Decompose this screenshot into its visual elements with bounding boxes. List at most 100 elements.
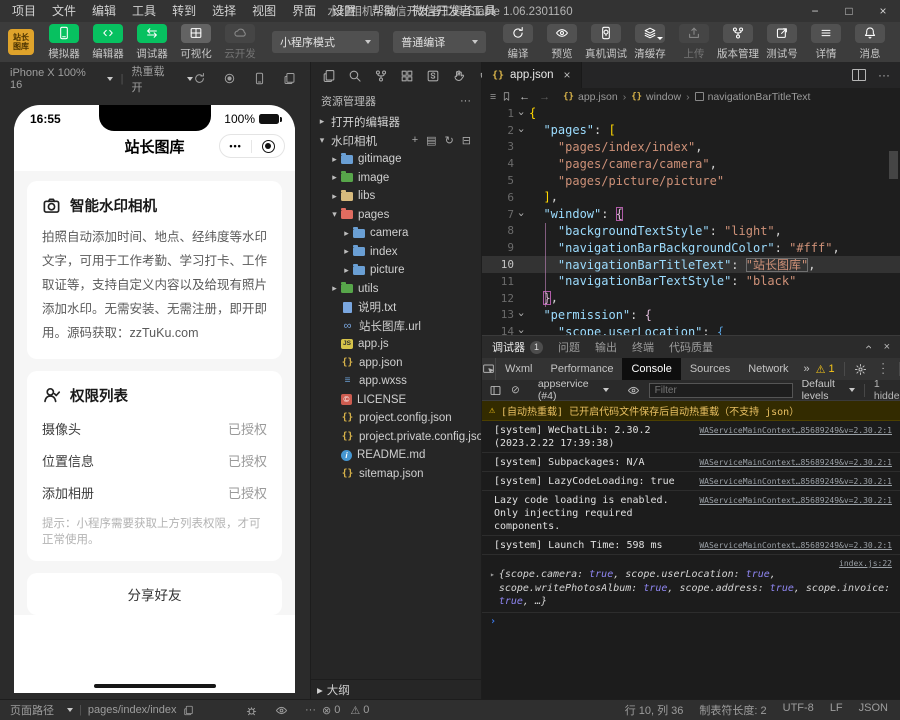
project-section[interactable]: ▾ 水印相机 +▤↻⊟ (311, 131, 481, 150)
share-button[interactable]: 测试号 (760, 24, 804, 61)
outline-section[interactable]: ▸ 大纲 (311, 679, 481, 699)
code-line-4[interactable]: 4 "pages/camera/camera", (482, 155, 900, 172)
menu-item-8[interactable]: 设置 (324, 0, 364, 22)
tree-item[interactable]: ▸libs (311, 187, 481, 206)
close-button[interactable]: × (866, 0, 900, 22)
vconsole-icon[interactable] (245, 704, 258, 717)
forward-arrow-icon[interactable]: → (539, 91, 550, 103)
more-actions-icon[interactable]: ··· (460, 95, 471, 107)
menu-item-7[interactable]: 界面 (284, 0, 324, 22)
source-link[interactable]: WAServiceMainContext…85689249&v=2.30.2:1 (699, 539, 892, 550)
menu-item-10[interactable]: 微信开发者工具 (404, 0, 504, 22)
more-tabs-icon[interactable]: » (798, 363, 816, 375)
tree-item[interactable]: ▾pages (311, 206, 481, 225)
devtools-tab-console[interactable]: Console (622, 358, 680, 380)
statusbar-item-4[interactable]: JSON (859, 702, 888, 718)
problem-counts[interactable]: ⊗0 ⚠0 (322, 704, 369, 717)
expand-icon[interactable]: ▸ (490, 568, 495, 609)
app-logo[interactable]: 站长 图库 (8, 29, 34, 55)
inspect-element-icon[interactable] (482, 358, 496, 380)
rotate-icon[interactable] (193, 72, 206, 85)
tree-item[interactable]: ▸camera (311, 224, 481, 243)
panel-tab[interactable]: 代码质量 (669, 339, 713, 355)
tree-item[interactable]: {}project.config.json (311, 409, 481, 428)
clear-console-icon[interactable]: ⊘ (511, 384, 520, 396)
devtools-tab-network[interactable]: Network (739, 358, 797, 380)
devtools-tab-sources[interactable]: Sources (681, 358, 739, 380)
statusbar-item-3[interactable]: LF (830, 702, 843, 718)
panel-tab[interactable]: 调试器1 (492, 339, 543, 355)
devtools-menu-icon[interactable]: ··· (877, 362, 889, 376)
console-prompt[interactable]: › (482, 613, 900, 630)
statusbar-item-0[interactable]: 行 10, 列 36 (625, 702, 684, 718)
source-link[interactable]: index.js:22 (839, 557, 892, 568)
source-link[interactable]: WAServiceMainContext…85689249&v=2.30.2:1 (699, 456, 892, 467)
code-line-5[interactable]: 5 "pages/picture/picture" (482, 172, 900, 189)
tab-app-json[interactable]: {} app.json × (482, 62, 582, 88)
bookmark-icon[interactable] (501, 91, 512, 102)
list-button[interactable]: 详情 (804, 24, 848, 61)
project-action-0[interactable]: + (412, 134, 418, 147)
tree-item[interactable]: ▸gitimage (311, 150, 481, 169)
back-arrow-icon[interactable]: ← (519, 91, 530, 103)
more-menu-button[interactable]: ••• (229, 141, 241, 151)
menu-item-6[interactable]: 视图 (244, 0, 284, 22)
tree-item[interactable]: iREADME.md (311, 446, 481, 465)
split-editor-icon[interactable] (852, 69, 866, 81)
copy-icon[interactable] (322, 69, 336, 83)
console-sidebar-icon[interactable] (489, 384, 502, 397)
tree-item[interactable]: {}sitemap.json (311, 465, 481, 484)
phonebug-button[interactable]: 真机调试 (584, 24, 628, 61)
menu-item-1[interactable]: 文件 (44, 0, 84, 22)
bell-button[interactable]: 消息 (848, 24, 892, 61)
statusbar-item-1[interactable]: 制表符长度: 2 (699, 702, 766, 718)
live-expression-icon[interactable] (627, 384, 640, 397)
statusbar-more-icon[interactable]: ··· (305, 704, 316, 716)
fold-icon[interactable]: › (514, 209, 529, 220)
tree-item[interactable]: {}project.private.config.json (311, 428, 481, 447)
project-action-1[interactable]: ▤ (426, 134, 436, 147)
tab-close-icon[interactable]: × (564, 68, 571, 82)
code-line-1[interactable]: 1›{ (482, 105, 900, 122)
tree-item[interactable]: ▸utils (311, 280, 481, 299)
tree-item[interactable]: ≡app.wxss (311, 372, 481, 391)
phone-button[interactable]: 模拟器 (42, 24, 86, 61)
devtools-tab-performance[interactable]: Performance (542, 358, 623, 380)
tree-item[interactable]: ▸index (311, 243, 481, 262)
source-link[interactable]: WAServiceMainContext…85689249&v=2.30.2:1 (699, 494, 892, 505)
page-path-selector[interactable]: 页面路径 (10, 702, 73, 718)
tree-item[interactable]: 说明.txt (311, 298, 481, 317)
menu-item-9[interactable]: 帮助 (364, 0, 404, 22)
search-icon[interactable] (348, 69, 362, 83)
code-line-2[interactable]: 2› "pages": [ (482, 122, 900, 139)
breadcrumb-item[interactable]: {}window (631, 91, 681, 103)
menu-item-2[interactable]: 编辑 (84, 0, 124, 22)
fold-icon[interactable]: › (514, 309, 529, 320)
tree-item[interactable]: ▸image (311, 169, 481, 188)
fold-icon[interactable]: › (514, 125, 529, 136)
fold-icon[interactable]: › (514, 326, 529, 335)
device-icon[interactable] (253, 72, 266, 85)
grid-button[interactable]: 可视化 (174, 24, 218, 61)
tree-item[interactable]: ©LICENSE (311, 391, 481, 410)
sqs-icon[interactable] (426, 69, 440, 83)
code-area[interactable]: 1›{2› "pages": [3 "pages/index/index",4 … (482, 105, 900, 335)
log-levels-selector[interactable]: Default levels (802, 378, 856, 402)
record-icon[interactable] (223, 72, 236, 85)
code-line-3[interactable]: 3 "pages/index/index", (482, 139, 900, 156)
breadcrumb-item[interactable]: navigationBarTitleText (695, 91, 811, 103)
project-action-3[interactable]: ⊟ (462, 134, 471, 147)
code-line-14[interactable]: 14› "scope.userLocation": { (482, 323, 900, 335)
warning-count[interactable]: ⚠ 1 (816, 363, 835, 376)
preview-eye-icon[interactable] (275, 704, 288, 717)
branch-button[interactable]: 版本管理 (716, 24, 760, 61)
compile-dropdown[interactable]: 普通编译 (393, 31, 486, 53)
winmulti-icon[interactable] (283, 72, 296, 85)
devtools-settings-icon[interactable] (854, 363, 867, 376)
branch-icon[interactable] (374, 69, 388, 83)
collapse-panel-icon[interactable]: › (861, 345, 875, 349)
menu-item-0[interactable]: 项目 (4, 0, 44, 22)
tree-item[interactable]: {}app.json (311, 354, 481, 373)
outline-menu-icon[interactable]: ≡ (490, 91, 496, 103)
extgrid-icon[interactable] (400, 69, 414, 83)
